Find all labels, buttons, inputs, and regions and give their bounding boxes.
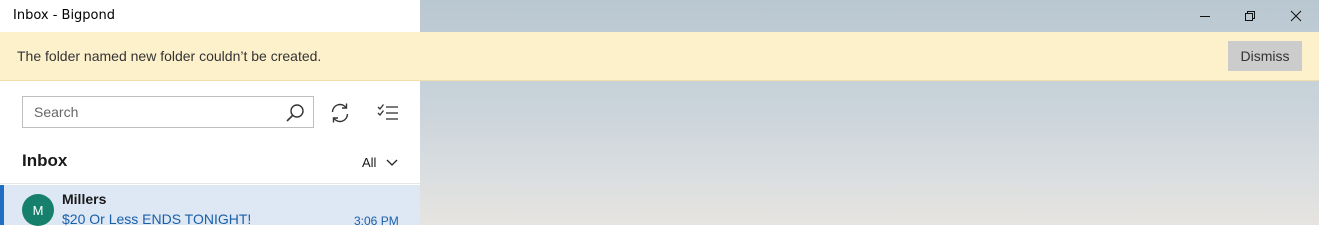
folder-title: Inbox [22, 151, 68, 170]
chevron-down-icon [386, 159, 398, 166]
message-sender: Millers [62, 191, 107, 207]
window-title: Inbox - Bigpond [13, 8, 116, 23]
title-bar: Inbox - Bigpond [0, 0, 420, 32]
notification-bar: The folder named new folder couldn’t be … [0, 32, 1319, 81]
search-input[interactable] [34, 104, 274, 120]
selection-indicator [0, 185, 4, 225]
minimize-button[interactable] [1182, 0, 1228, 32]
close-icon [1290, 10, 1302, 22]
divider [0, 183, 420, 184]
filter-dropdown[interactable]: All [362, 155, 398, 170]
message-time: 3:06 PM [354, 214, 399, 228]
search-box[interactable] [22, 96, 314, 128]
minimize-icon [1200, 16, 1210, 17]
restore-icon [1245, 11, 1255, 21]
search-icon[interactable] [285, 103, 305, 123]
dismiss-button[interactable]: Dismiss [1228, 41, 1302, 71]
message-subject: $20 Or Less ENDS TONIGHT! [62, 211, 252, 227]
restore-button[interactable] [1227, 0, 1273, 32]
sync-icon[interactable] [329, 102, 351, 124]
close-button[interactable] [1273, 0, 1319, 32]
message-list-item[interactable]: M Millers $20 Or Less ENDS TONIGHT! 3:06… [0, 185, 420, 228]
notification-message: The folder named new folder couldn’t be … [17, 48, 322, 64]
avatar: M [22, 194, 54, 226]
filter-label: All [362, 155, 377, 170]
selection-mode-icon[interactable] [377, 103, 399, 123]
